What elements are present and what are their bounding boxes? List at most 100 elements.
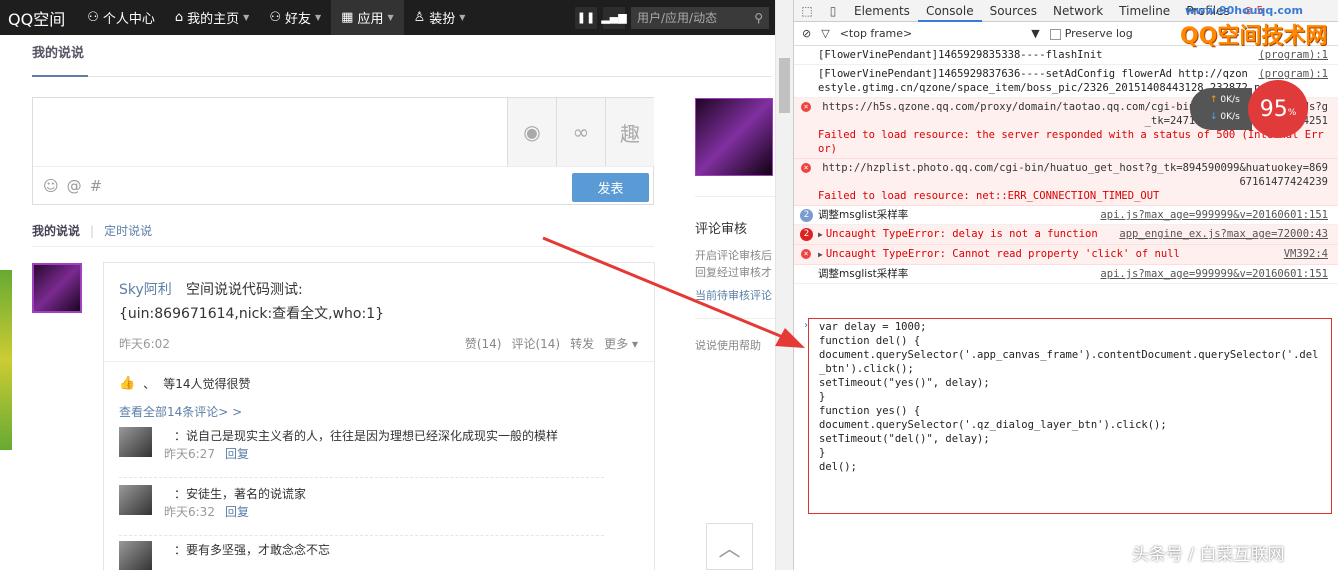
expand-icon[interactable]: ▶ (818, 250, 823, 259)
composer-toolbar: ☺ @ # 发表 (33, 166, 653, 205)
user-icon: ⚇ (87, 10, 99, 25)
more-button[interactable]: 更多 ▾ (604, 335, 638, 352)
console-log: api.js?max_age=999999&v=20160601:151 调整ms… (794, 265, 1338, 284)
nav-friends[interactable]: ⚇ 好友 ▼ (259, 0, 331, 35)
search-icon[interactable]: ⚲ (754, 11, 763, 25)
error-url[interactable]: http://hzplist.photo.qq.com/cgi-bin/huat… (818, 161, 1328, 189)
devtools-panel: ⬚ ▯ Elements Console Sources Network Tim… (793, 0, 1338, 570)
dropdown-icon: ▼ (1031, 27, 1040, 40)
help-link[interactable]: 说说使用帮助 (695, 337, 775, 353)
reply-link[interactable]: 回复 (225, 445, 249, 462)
view-all-comments-link[interactable]: 查看全部14条评论> > (119, 403, 242, 420)
feed-item: Sky阿利 空间说说代码测试: {uin:869671614,nick:查看全文… (103, 262, 655, 570)
author-name[interactable]: Sky阿利 (119, 279, 172, 299)
console-error: × http://hzplist.photo.qq.com/cgi-bin/hua… (794, 159, 1338, 206)
hashtag-icon[interactable]: # (90, 177, 103, 195)
page-scrollbar[interactable] (775, 0, 793, 570)
nav-personal-center[interactable]: ⚇ 个人中心 (77, 0, 165, 35)
source-link[interactable]: (program):1 (1258, 48, 1328, 62)
inspect-icon[interactable]: ⬚ (794, 4, 820, 18)
comment: ：安徒生，著名的说谎家 昨天6:32 回复 (119, 485, 639, 536)
tab-my-posts[interactable]: 我的说说 (32, 222, 80, 239)
search-input[interactable]: 用户/应用/动态 ⚲ (631, 6, 769, 29)
grid-icon: ▦ (341, 10, 354, 25)
tab-scheduled-posts[interactable]: 定时说说 (104, 222, 152, 239)
tab-elements[interactable]: Elements (846, 0, 918, 22)
shirt-icon: ♙ (413, 10, 426, 25)
sub-tabs: 我的说说 | 定时说说 (32, 222, 152, 239)
console-info: 2 api.js?max_age=999999&v=20160601:151 调整m… (794, 206, 1338, 225)
comment-text: ：要有多坚强，才敢念念不忘 (174, 543, 331, 557)
comment-text: ：说自己是现实主义者的人，往往是因为理想已经深化成现实一般的模样 (174, 429, 559, 443)
console-error[interactable]: 2 app_engine_ex.js?max_age=72000:43 ▶ Uncau… (794, 225, 1338, 245)
console-input[interactable]: var delay = 1000; function del() { docum… (808, 318, 1332, 514)
post-actions: 赞(14) 评论(14) 转发 更多 ▾ (465, 335, 638, 352)
tab-sources[interactable]: Sources (982, 0, 1045, 22)
nav-my-home[interactable]: ⌂ 我的主页 ▼ (165, 0, 259, 35)
top-nav: QQ空间 ⚇ 个人中心 ⌂ 我的主页 ▼ ⚇ 好友 ▼ ▦ 应用 ▼ ♙ 装扮 ▼ ❚❚ ▂▄▆ … (0, 0, 775, 35)
avatar[interactable] (32, 263, 82, 313)
stats-icon[interactable]: ▂▄▆ (601, 6, 627, 29)
device-icon[interactable]: ▯ (820, 4, 846, 18)
commenter-avatar[interactable] (119, 485, 152, 515)
title-underline (32, 75, 88, 77)
console-messages: (program):1 [FlowerVinePendant]1465929835… (794, 46, 1338, 284)
comment-review-heading: 评论审核 (695, 222, 748, 237)
fun-icon[interactable]: 趣 (605, 98, 654, 166)
error-icon: × (801, 102, 811, 112)
divider (104, 361, 654, 362)
preserve-log-checkbox[interactable]: Preserve log (1049, 27, 1133, 40)
like-button[interactable]: 赞(14) (465, 335, 502, 352)
tab-network[interactable]: Network (1045, 0, 1111, 22)
tab-separator: | (90, 223, 95, 238)
caret-icon: ▼ (314, 13, 322, 22)
post-button[interactable]: 发表 (572, 173, 649, 202)
profile-avatar[interactable] (695, 98, 773, 176)
scrollbar-thumb[interactable] (779, 58, 790, 113)
likes-summary: 👍 、 等14人觉得很赞 (119, 376, 251, 391)
memory-gauge[interactable]: 95% (1248, 80, 1308, 138)
commenter-avatar[interactable] (119, 427, 152, 457)
pause-icon[interactable]: ❚❚ (575, 6, 597, 29)
qzone-logo[interactable]: QQ空间 (0, 6, 77, 30)
filter-icon[interactable]: ▽ (821, 27, 829, 40)
comment-button[interactable]: 评论(14) (511, 335, 560, 352)
comment-time: 昨天6:27 (164, 447, 215, 461)
mention-icon[interactable]: @ (67, 177, 82, 195)
source-link[interactable]: api.js?max_age=999999&v=20160601:151 (1100, 208, 1328, 222)
comment: ：说自己是现实主义者的人，往往是因为理想已经深化成现实一般的模样 昨天6:27 回… (119, 427, 639, 478)
error-icon: × (801, 249, 811, 259)
comment-text: ：安徒生，著名的说谎家 (174, 487, 307, 501)
post-text: 空间说说代码测试: (186, 282, 303, 298)
caret-icon: ▼ (459, 13, 466, 22)
source-link[interactable]: app_engine_ex.js?max_age=72000:43 (1119, 227, 1328, 241)
nav-tools: ❚❚ ▂▄▆ 用户/应用/动态 ⚲ (575, 6, 769, 29)
camera-icon[interactable]: ◉ (507, 98, 556, 166)
reply-link[interactable]: 回复 (225, 503, 249, 520)
source-link[interactable]: VM392:4 (1284, 247, 1328, 261)
divider (32, 246, 654, 247)
emoji-icon[interactable]: ☺ (43, 177, 59, 195)
pending-review-link[interactable]: 当前待审核评论 (695, 287, 775, 303)
tab-console[interactable]: Console (917, 0, 982, 22)
frame-select[interactable]: <top frame> ▼ (840, 27, 1040, 40)
post-composer: ◉ ∞ 趣 ☺ @ # 发表 (32, 97, 654, 205)
expand-icon[interactable]: ▶ (818, 230, 823, 239)
back-to-top-button[interactable]: ︿ (706, 523, 753, 570)
console-error[interactable]: × VM392:4 ▶ Uncaught TypeError: Cannot read… (794, 245, 1338, 265)
source-link[interactable]: api.js?max_age=999999&v=20160601:151 (1100, 267, 1328, 281)
nav-dressup[interactable]: ♙ 装扮 ▼ (404, 0, 476, 35)
tab-timeline[interactable]: Timeline (1111, 0, 1178, 22)
divider (119, 477, 604, 478)
source-link[interactable]: (program):1 (1258, 67, 1328, 81)
post-textarea[interactable] (33, 98, 507, 166)
nav-apps[interactable]: ▦ 应用 ▼ (331, 0, 404, 35)
divider (119, 535, 604, 536)
link-icon[interactable]: ∞ (556, 98, 605, 166)
comment-time: 昨天6:32 (164, 505, 215, 519)
caret-icon: ▼ (243, 13, 250, 22)
divider (32, 76, 772, 77)
share-button[interactable]: 转发 (570, 335, 594, 352)
commenter-avatar[interactable] (119, 541, 152, 570)
clear-icon[interactable]: ⊘ (802, 27, 811, 40)
